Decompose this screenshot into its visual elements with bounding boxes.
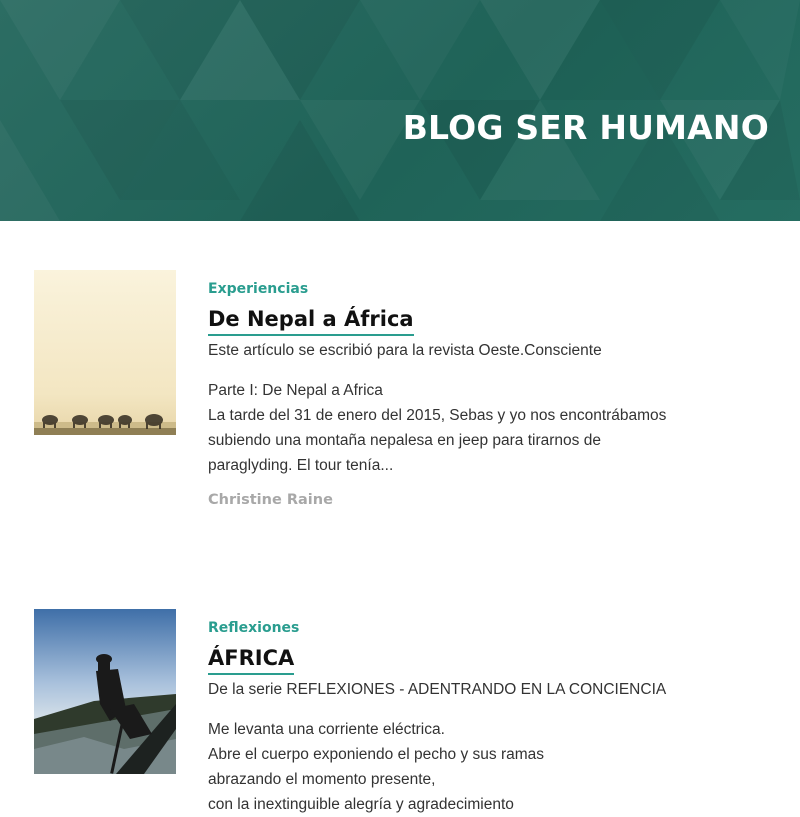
- post-subtitle: De la serie REFLEXIONES - ADENTRANDO EN …: [208, 681, 667, 698]
- blog-header: BLOG SER HUMANO: [0, 0, 800, 221]
- elephants-at-dusk-image: [34, 270, 176, 435]
- excerpt-line: Abre el cuerpo exponiendo el pecho y sus…: [208, 746, 545, 763]
- excerpt-line: Parte I: De Nepal a Africa: [208, 382, 383, 399]
- post-content: Reflexiones ÁFRICA De la serie REFLEXION…: [208, 609, 768, 817]
- excerpt-line: paraglyding. El tour tenía...: [208, 457, 394, 474]
- post-excerpt: Me levanta una corriente eléctrica. Abre…: [208, 717, 768, 817]
- excerpt-line: con la inextinguible alegría y agradecim…: [208, 796, 514, 813]
- canoe-river-image: [34, 609, 176, 774]
- excerpt-line: subiendo una montaña nepalesa en jeep pa…: [208, 432, 601, 449]
- excerpt-line: Me levanta una corriente eléctrica.: [208, 721, 445, 738]
- post-category[interactable]: Experiencias: [208, 280, 768, 298]
- post-author[interactable]: Christine Raine: [208, 492, 768, 508]
- excerpt-line: La tarde del 31 de enero del 2015, Sebas…: [208, 407, 667, 424]
- post-category[interactable]: Reflexiones: [208, 619, 768, 637]
- post-thumbnail-elephants[interactable]: [34, 270, 176, 435]
- blog-title: BLOG SER HUMANO: [402, 108, 769, 147]
- post-title-link[interactable]: ÁFRICA: [208, 645, 295, 675]
- post-subtitle: Este artículo se escribió para la revist…: [208, 342, 602, 359]
- post-thumbnail-canoe[interactable]: [34, 609, 176, 774]
- post-content: Experiencias De Nepal a África Este artí…: [208, 270, 768, 508]
- post-title-link[interactable]: De Nepal a África: [208, 306, 414, 336]
- excerpt-line: abrazando el momento presente,: [208, 771, 436, 788]
- post-excerpt: Parte I: De Nepal a Africa La tarde del …: [208, 378, 768, 478]
